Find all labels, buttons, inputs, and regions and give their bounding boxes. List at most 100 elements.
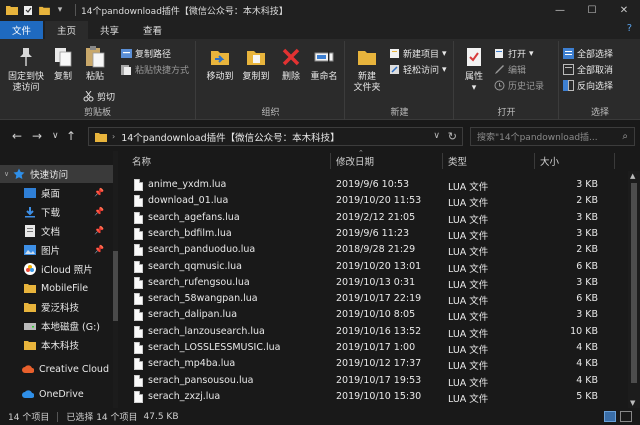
invert-selection-button[interactable]: 反向选择 <box>562 79 613 92</box>
column-size[interactable]: 大小 <box>534 154 614 168</box>
details-view-icon[interactable] <box>604 411 616 422</box>
sidebar-item-creative-cloud[interactable]: Creative Cloud <box>0 360 118 378</box>
table-row[interactable]: search_bdfilm.lua 2019/9/6 11:23 LUA 文件 3 K… <box>128 226 608 242</box>
tab-view[interactable]: 查看 <box>131 21 174 39</box>
tab-file[interactable]: 文件 <box>0 21 44 39</box>
paste-icon <box>83 45 107 69</box>
file-date-modified: 2019/10/17 1:00 <box>336 342 416 353</box>
sidebar-item-desktop[interactable]: 桌面 📌 <box>0 184 118 202</box>
scrollbar-thumb[interactable] <box>631 183 637 383</box>
table-row[interactable]: search_panduoduo.lua 2018/9/28 21:29 LUA 文… <box>128 242 608 258</box>
selection-count: 已选择 14 个项目 <box>66 413 138 423</box>
lua-file-icon <box>134 195 143 208</box>
file-date-modified: 2019/10/10 15:30 <box>336 390 422 402</box>
sidebar-item-aifan-tech[interactable]: 爱泛科技 <box>0 298 118 316</box>
paste-button[interactable]: 粘贴 <box>80 45 110 83</box>
properties-button[interactable]: 属性 ▾ <box>459 45 489 94</box>
tab-home[interactable]: 主页 <box>45 21 89 39</box>
select-all-button[interactable]: 全部选择 <box>562 47 613 60</box>
sidebar-item-icloud-photos[interactable]: iCloud 照片 <box>0 260 118 278</box>
lua-file-icon <box>134 179 143 191</box>
column-name[interactable]: 名称 <box>126 154 326 168</box>
table-row[interactable]: serach_mp4ba.lua 2019/10/12 17:37 LUA 文件 4 … <box>128 356 608 372</box>
close-button[interactable]: ✕ <box>608 0 640 20</box>
maximize-button[interactable]: ☐ <box>576 0 608 20</box>
table-row[interactable]: download_01.lua 2019/10/20 11:53 LUA 文件 2 K… <box>128 193 608 209</box>
sidebar-item-documents[interactable]: 文档 📌 <box>0 222 118 240</box>
copy-path-button[interactable]: 复制路径 <box>120 47 171 60</box>
icloud-icon <box>24 263 36 275</box>
column-date-modified[interactable]: 修改日期 <box>330 154 440 168</box>
copy-button[interactable]: 复制 <box>50 45 76 83</box>
new-folder-button[interactable]: 新建 文件夹 <box>350 45 384 94</box>
address-dropdown-icon[interactable]: ∨ <box>433 131 440 141</box>
paste-shortcut-button[interactable]: 粘贴快捷方式 <box>120 63 189 76</box>
breadcrumb[interactable]: 14个pandownload插件【微信公众号：本木科技】 <box>121 130 339 144</box>
minimize-button[interactable]: — <box>544 0 576 20</box>
search-input[interactable]: 搜索"14个pandownload插... ⌕ <box>470 127 635 146</box>
cut-button[interactable]: 剪切 <box>82 90 115 103</box>
quick-access-properties-icon[interactable] <box>22 4 34 16</box>
edit-button[interactable]: 编辑 <box>493 63 526 76</box>
organize-group-label: 组织 <box>261 108 280 118</box>
easy-access-button[interactable]: 轻松访问 ▾ <box>388 63 447 76</box>
scroll-up-icon[interactable]: ▲ <box>630 172 635 180</box>
table-row[interactable]: search_agefans.lua 2019/2/12 21:05 LUA 文件 3… <box>128 210 608 226</box>
rename-button[interactable]: 重命名 <box>307 45 341 83</box>
table-row[interactable]: serach_LOSSLESSMUSIC.lua 2019/10/17 1:00 L… <box>128 340 608 356</box>
recent-locations-chevron-icon[interactable]: ∨ <box>52 131 59 141</box>
file-type: LUA 文件 <box>448 247 489 259</box>
file-date-modified: 2019/10/12 17:37 <box>336 358 422 370</box>
lua-file-icon <box>134 390 143 403</box>
file-date-modified: 2019/10/17 22:19 <box>336 293 422 305</box>
file-name: download_01.lua <box>148 195 229 207</box>
file-list-scrollbar[interactable]: ▲ ▼ <box>628 171 640 408</box>
pin-quick-access-button[interactable]: 固定到快 速访问 <box>4 45 48 94</box>
table-row[interactable]: serach_58wangpan.lua 2019/10/17 22:19 LUA … <box>128 291 608 307</box>
sidebar-item-downloads[interactable]: 下载 📌 <box>0 203 118 221</box>
folder-icon <box>95 132 107 142</box>
chevron-down-icon: ▾ <box>471 83 477 93</box>
copy-to-icon <box>244 45 268 69</box>
scissors-icon <box>82 91 94 102</box>
table-row[interactable]: anime_yxdm.lua 2019/9/6 10:53 LUA 文件 3 KB <box>128 177 608 193</box>
table-row[interactable]: serach_lanzousearch.lua 2019/10/16 13:52 L… <box>128 324 608 340</box>
sidebar-item-mobilefile[interactable]: MobileFile <box>0 279 118 297</box>
delete-button[interactable]: 删除 <box>279 45 303 83</box>
sidebar-item-onedrive[interactable]: OneDrive <box>0 385 118 403</box>
tab-share[interactable]: 共享 <box>88 21 131 39</box>
large-icons-view-icon[interactable] <box>620 411 632 422</box>
move-to-button[interactable]: 移动到 <box>203 45 237 83</box>
pin-icon: 📌 <box>94 226 104 235</box>
open-group: 属性 ▾ 打开 ▾ 编辑 历史记录 打开 <box>455 41 559 120</box>
sidebar-item-benmu-tech[interactable]: 本木科技 <box>0 336 118 354</box>
sidebar-item-local-disk-g[interactable]: 本地磁盘 (G:) <box>0 317 118 335</box>
table-row[interactable]: serach_zxzj.lua 2019/10/10 15:30 LUA 文件 5 K… <box>128 389 608 405</box>
new-folder-icon <box>355 45 379 69</box>
lua-file-icon <box>134 374 143 387</box>
new-item-button[interactable]: 新建项目 ▾ <box>388 47 447 60</box>
history-button[interactable]: 历史记录 <box>493 79 544 92</box>
table-row[interactable]: search_qqmusic.lua 2019/10/20 13:01 LUA 文件… <box>128 259 608 275</box>
help-icon[interactable]: ? <box>627 23 632 34</box>
table-row[interactable]: serach_pansousou.lua 2019/10/17 19:53 LUA … <box>128 373 608 389</box>
copy-to-button[interactable]: 复制到 <box>239 45 273 83</box>
drive-icon <box>24 320 36 332</box>
scroll-down-icon[interactable]: ▼ <box>630 399 635 407</box>
file-date-modified: 2019/10/16 13:52 <box>336 325 422 337</box>
file-type: LUA 文件 <box>448 328 489 340</box>
quick-access-dropdown-icon[interactable]: ▾ <box>54 4 66 16</box>
back-arrow-icon[interactable]: ← <box>12 129 22 143</box>
open-button[interactable]: 打开 ▾ <box>493 47 534 60</box>
refresh-icon[interactable]: ↻ <box>448 130 457 143</box>
address-bar[interactable]: › 14个pandownload插件【微信公众号：本木科技】 ∨ ↻ <box>88 127 463 146</box>
up-arrow-icon[interactable]: ↑ <box>66 129 76 143</box>
quick-access-folder-icon[interactable] <box>38 4 50 16</box>
select-none-button[interactable]: 全部取消 <box>562 63 613 76</box>
sidebar-item-quick-access[interactable]: ∨ 快速访问 <box>0 165 118 183</box>
forward-arrow-icon[interactable]: → <box>32 129 42 143</box>
table-row[interactable]: serach_dalipan.lua 2019/10/10 8:05 LUA 文件 3… <box>128 307 608 323</box>
column-type[interactable]: 类型 <box>442 154 534 168</box>
table-row[interactable]: search_rufengsou.lua 2019/10/13 0:31 LUA 文… <box>128 275 608 291</box>
sidebar-item-pictures[interactable]: 图片 📌 <box>0 241 118 259</box>
